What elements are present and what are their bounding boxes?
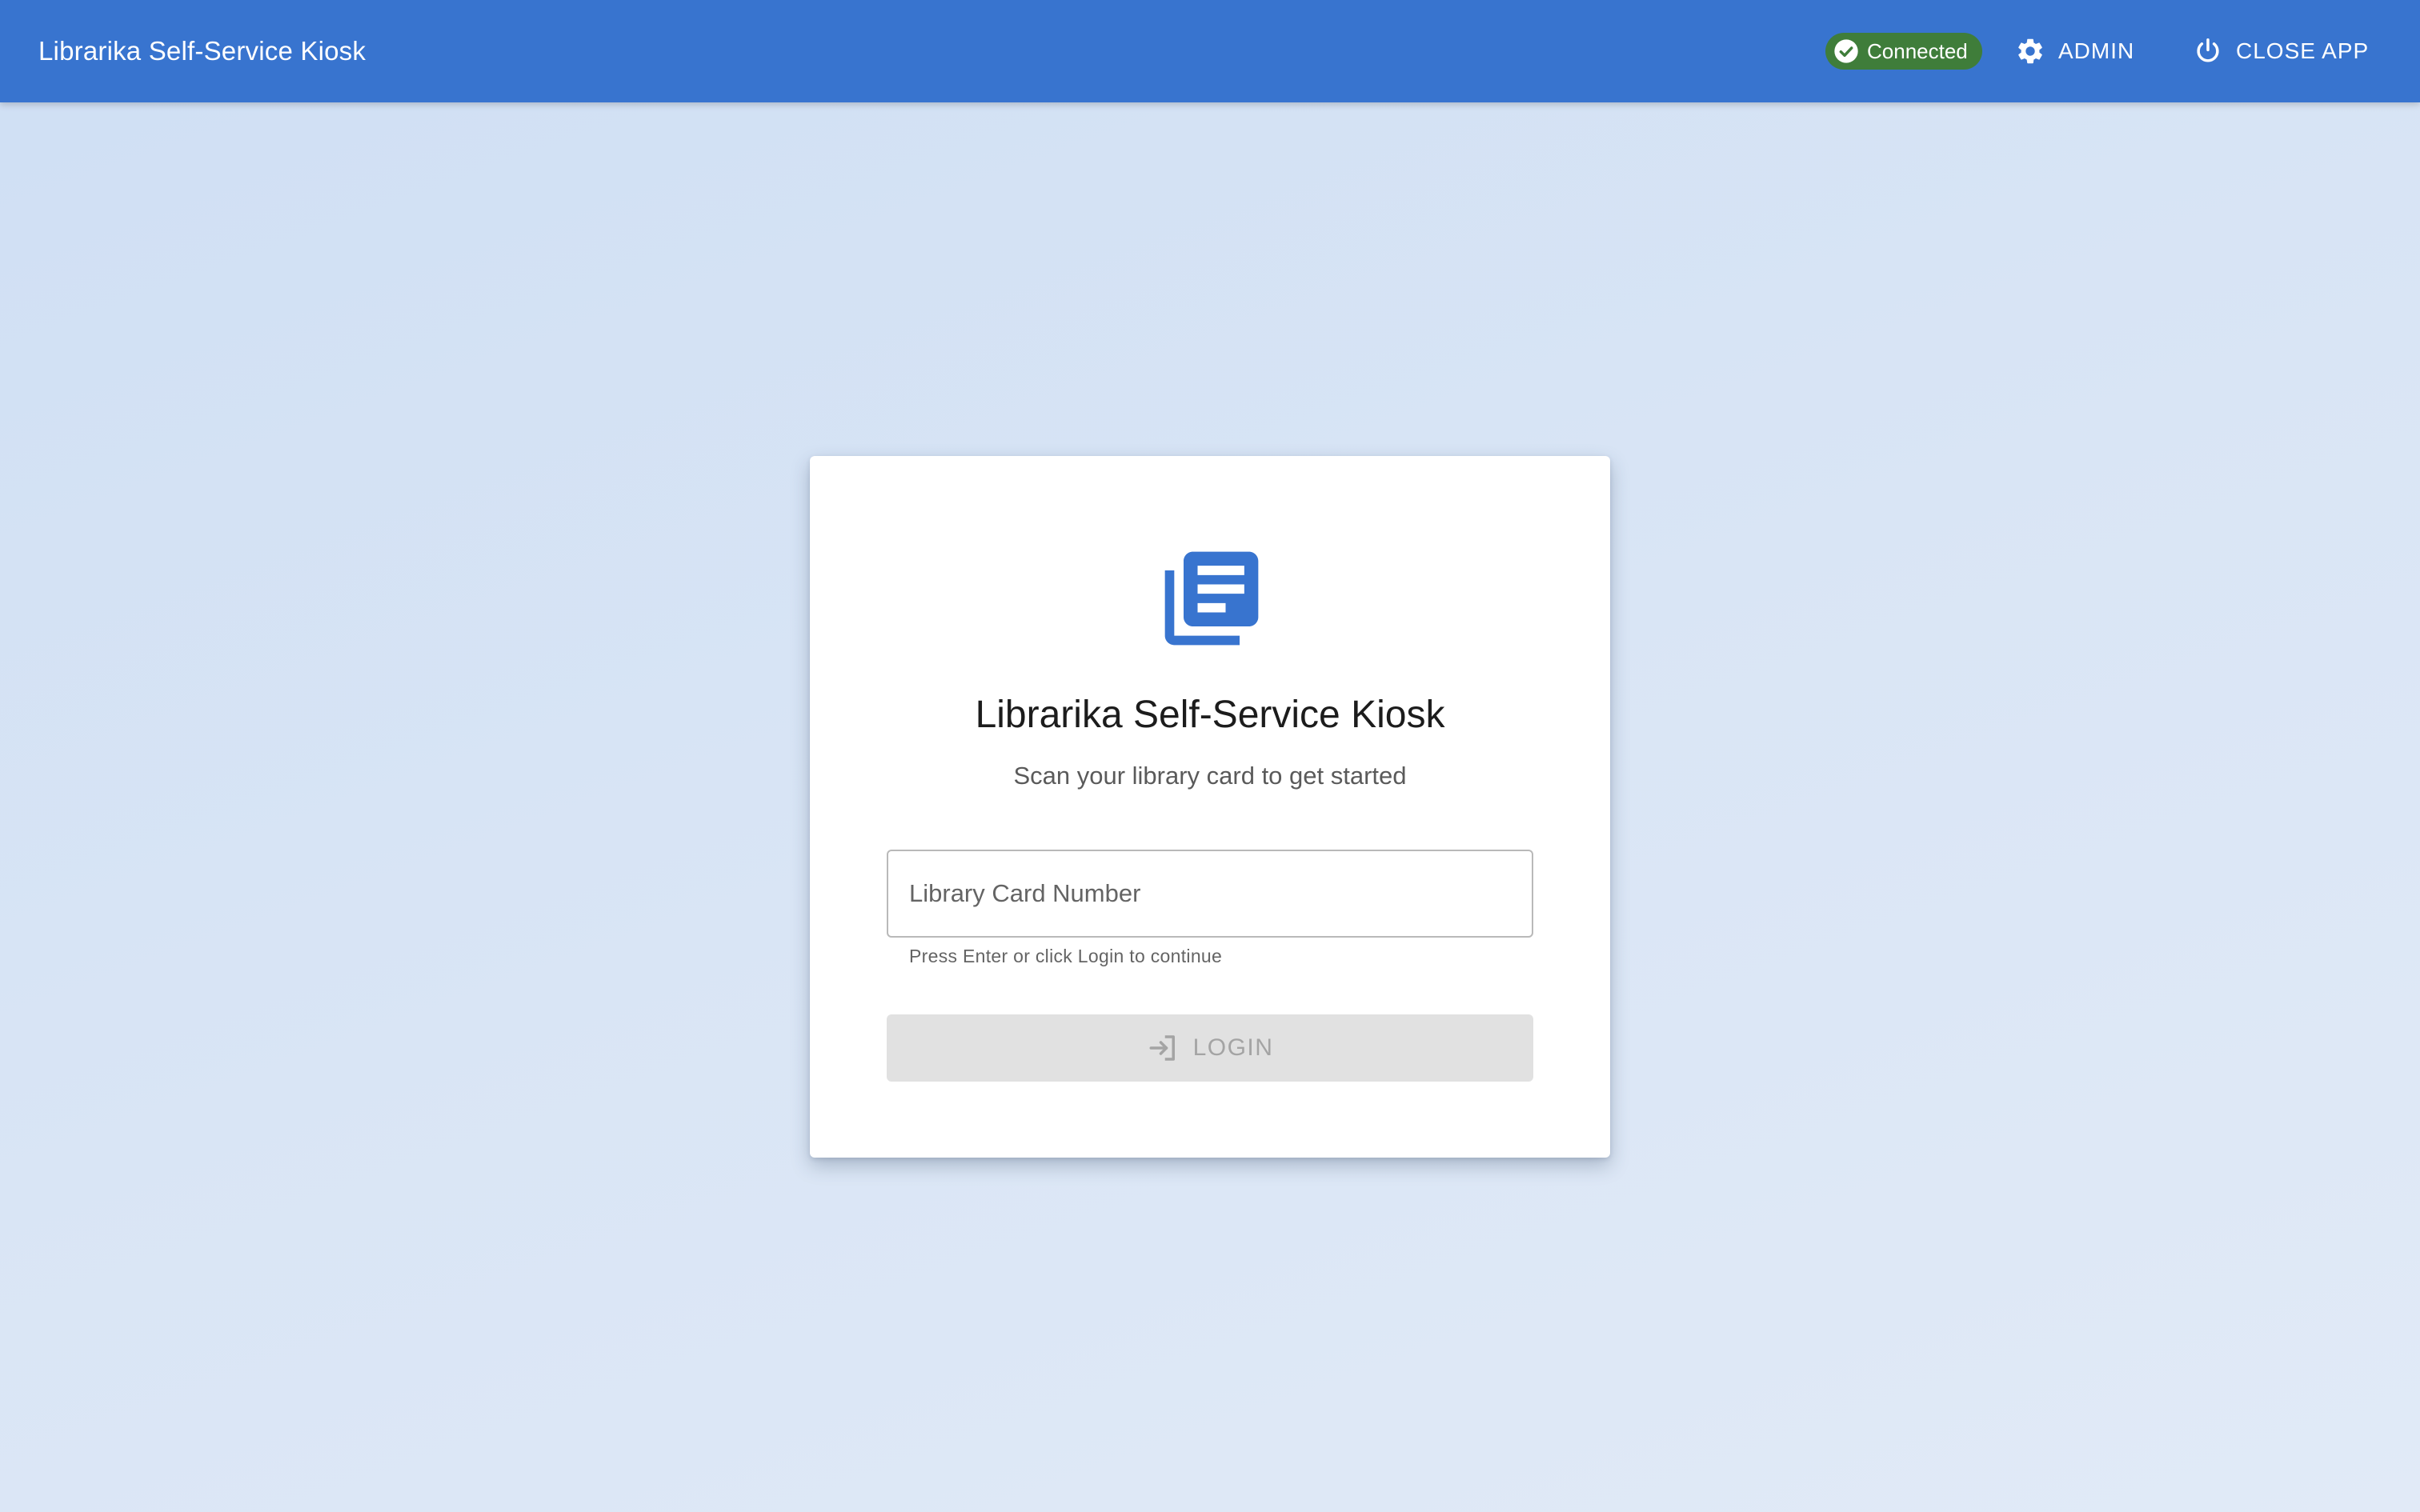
input-helper-text: Press Enter or click Login to continue: [909, 946, 1223, 966]
power-icon: [2197, 38, 2219, 62]
login-card: Librarika Self-Service Kiosk Scan your l…: [810, 456, 1610, 1158]
card-subtitle: Scan your library card to get started: [1013, 762, 1407, 790]
close-app-button[interactable]: Close App: [2193, 24, 2369, 78]
login-icon: [1149, 1035, 1175, 1061]
login-button-label: Login: [1192, 1034, 1274, 1061]
connection-status-label: Connected: [1867, 38, 1968, 63]
check-circle-icon: [1834, 39, 1858, 63]
admin-button-label: Admin: [2058, 38, 2135, 63]
admin-button[interactable]: Admin: [2015, 24, 2134, 78]
app-title: Librarika Self-Service Kiosk: [38, 36, 367, 66]
library-card-input[interactable]: [888, 851, 1532, 936]
login-button[interactable]: Login: [887, 1014, 1533, 1082]
close-app-button-label: Close App: [2236, 38, 2370, 63]
card-title: Librarika Self-Service Kiosk: [975, 694, 1445, 736]
library-card-field: [887, 850, 1533, 938]
gear-icon: [2018, 38, 2042, 64]
app-bar: Librarika Self-Service Kiosk Connected A…: [0, 0, 2420, 102]
library-books-icon: [1164, 551, 1259, 646]
connection-status-badge: Connected: [1825, 33, 1982, 70]
